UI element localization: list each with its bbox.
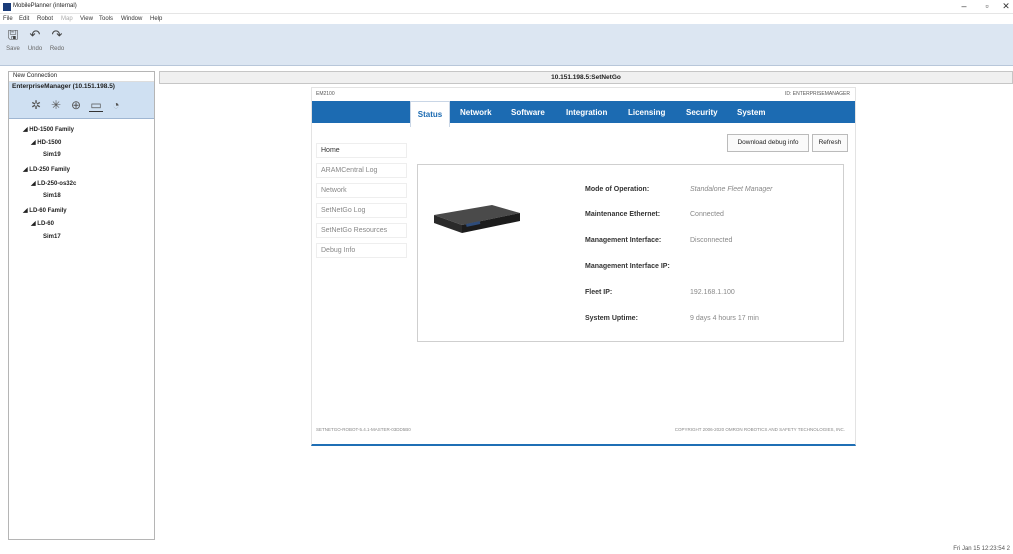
sidebar-setnetgo-resources[interactable]: SetNetGo Resources [316,223,407,238]
save-icon: 🖫 [7,27,19,42]
value-mode: Standalone Fleet Manager [690,186,773,193]
redo-label: Redo [49,46,65,52]
tab-licensing[interactable]: Licensing [628,108,665,117]
title-bar: MobilePlanner (internal) – ▫ ✕ [0,0,1013,14]
save-button[interactable]: 🖫 Save [3,26,23,62]
sidebar-debug-info[interactable]: Debug Info [316,243,407,258]
setnetgo-nav: Status Network Software Integration Lice… [312,101,855,127]
menu-window[interactable]: Window [121,16,142,22]
setnetgo-page: EM2100 ID: ENTERPRISEMANAGER Status Netw… [311,87,856,446]
tree-sim18[interactable]: Sim18 [43,193,61,199]
enterprise-manager-item[interactable]: EnterpriseManager (10.151.198.5) [9,82,154,93]
sidebar-aramcentral-log[interactable]: ARAMCentral Log [316,163,407,178]
menu-view[interactable]: View [80,16,93,22]
redo-button[interactable]: ↷ Redo [47,26,67,62]
traffic-icon[interactable]: ✲ [29,98,43,112]
app-window: MobilePlanner (internal) – ▫ ✕ File Edit… [0,0,1013,554]
label-management-ip: Management Interface IP: [585,263,670,270]
menu-file[interactable]: File [3,16,13,22]
value-uptime: 9 days 4 hours 17 min [690,315,759,322]
sidebar-network[interactable]: Network [316,183,407,198]
tab-status[interactable]: Status [410,101,450,127]
tab-setnetgo[interactable]: 10.151.198.5:SetNetGo [160,74,1012,81]
restore-button[interactable]: ▫ [976,1,998,12]
device-id-label: ID: ENTERPRISEMANAGER [784,91,850,97]
undo-button[interactable]: ↶ Undo [25,26,45,62]
label-mode: Mode of Operation: [585,186,650,193]
menu-tools[interactable]: Tools [99,16,113,22]
label-fleet-ip: Fleet IP: [585,289,613,296]
label-maintenance-ethernet: Maintenance Ethernet: [585,211,661,218]
tree-ld250-family[interactable]: ◢ LD-250 Family [23,166,70,173]
undo-label: Undo [27,46,43,52]
tab-security[interactable]: Security [686,108,718,117]
refresh-button[interactable]: Refresh [812,134,848,152]
navigation-pane: New Connection EnterpriseManager (10.151… [8,71,155,540]
toolbar: 🖫 Save ↶ Undo ↷ Redo [0,24,1013,66]
sidebar-setnetgo-log[interactable]: SetNetGo Log [316,203,407,218]
server-image [434,205,520,233]
tree-sim17[interactable]: Sim17 [43,234,61,240]
value-maintenance-ethernet: Connected [690,211,724,218]
menu-map[interactable]: Map [61,16,73,22]
network-icon[interactable]: ⊕ [69,98,83,112]
pie-icon[interactable]: ◔ [109,98,123,112]
tree-ld250-os32c[interactable]: ◢ LD-250-os32c [31,180,76,187]
copyright-footer: COPYRIGHT 2006-2020 OMRON ROBOTICS AND S… [674,427,845,432]
app-icon [3,3,11,11]
status-datetime: Fri Jan 15 12:23:54 2 [953,546,1010,552]
label-management-interface: Management Interface: [585,237,662,244]
status-panel: Mode of Operation: Standalone Fleet Mana… [417,164,844,342]
tree-hd1500-family[interactable]: ◢ HD-1500 Family [23,126,74,133]
new-connection-item[interactable]: New Connection [9,72,154,82]
menu-edit[interactable]: Edit [19,16,29,22]
tab-software[interactable]: Software [511,108,545,117]
monitor-icon[interactable]: ▭ [89,98,103,112]
tab-integration[interactable]: Integration [566,108,607,117]
label-uptime: System Uptime: [585,315,638,322]
tree-ld60-family[interactable]: ◢ LD-60 Family [23,207,67,214]
menu-bar: File Edit Robot Map View Tools Window He… [0,14,1013,24]
sidebar-home[interactable]: Home [316,143,407,158]
tab-network[interactable]: Network [460,108,492,117]
value-management-interface: Disconnected [690,237,733,244]
window-title: MobilePlanner (internal) [13,3,77,9]
tree-ld60[interactable]: ◢ LD-60 [31,220,54,227]
model-label: EM2100 [316,91,335,97]
document-tab-bar: 10.151.198.5:SetNetGo [159,71,1013,84]
version-footer: SETNETGO-ROBOT-5.4.1-MASTER-03DD5B0 [316,427,411,432]
tree-sim19[interactable]: Sim19 [43,152,61,158]
tab-system[interactable]: System [737,108,765,117]
tree-hd1500[interactable]: ◢ HD-1500 [31,139,61,146]
config-icon[interactable]: ✳ [49,98,63,112]
menu-help[interactable]: Help [150,16,162,22]
close-button[interactable]: ✕ [999,1,1013,12]
download-debug-button[interactable]: Download debug info [727,134,809,152]
value-fleet-ip: 192.168.1.100 [690,289,735,296]
redo-icon: ↷ [51,27,63,42]
menu-robot[interactable]: Robot [37,16,53,22]
undo-icon: ↶ [29,27,41,42]
em-toolbar: ✲ ✳ ⊕ ▭ ◔ [9,93,154,119]
minimize-button[interactable]: – [953,1,975,12]
save-label: Save [6,46,20,52]
